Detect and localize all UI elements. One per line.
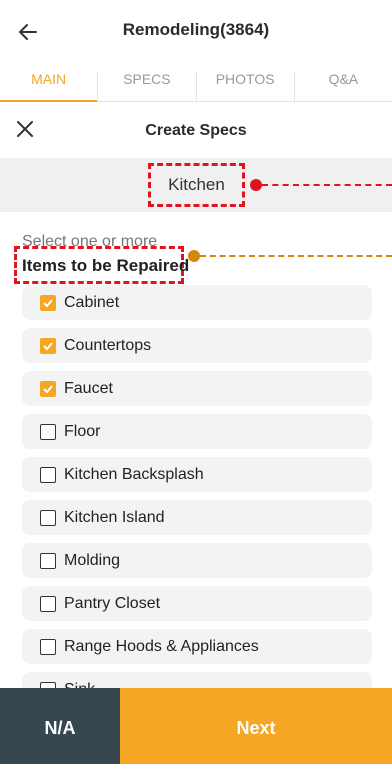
room-bar: Kitchen bbox=[0, 158, 392, 212]
tab-photos[interactable]: PHOTOS bbox=[197, 62, 294, 101]
item-label: Countertops bbox=[64, 336, 152, 354]
tab-qa[interactable]: Q&A bbox=[295, 62, 392, 101]
item-label: Molding bbox=[64, 551, 121, 569]
list-item[interactable]: Pantry Closet bbox=[22, 586, 372, 621]
checkbox-empty-icon[interactable] bbox=[40, 552, 56, 569]
checkbox-checked-icon[interactable] bbox=[40, 294, 56, 311]
tab-main[interactable]: MAIN bbox=[0, 62, 98, 102]
item-label: Kitchen Island bbox=[64, 508, 165, 526]
section-title: Items to be Repaired bbox=[22, 256, 190, 275]
list-item[interactable]: Faucet bbox=[22, 371, 372, 406]
items-list: Cabinet Countertops Faucet Floor Kitchen… bbox=[22, 285, 372, 672]
list-item[interactable]: Countertops bbox=[22, 328, 372, 363]
checkbox-checked-icon[interactable] bbox=[40, 337, 56, 354]
tab-specs[interactable]: SPECS bbox=[98, 62, 195, 101]
checkbox-empty-icon[interactable] bbox=[40, 509, 56, 526]
page-title: Remodeling(3864) bbox=[122, 20, 270, 39]
top-app-bar: Remodeling(3864) bbox=[0, 0, 392, 62]
next-button[interactable]: Next bbox=[120, 688, 392, 764]
room-name: Kitchen bbox=[148, 163, 245, 207]
checkbox-empty-icon[interactable] bbox=[40, 638, 56, 655]
annotation-line-red bbox=[262, 184, 392, 186]
annotation-dot-orange bbox=[188, 250, 200, 262]
list-item[interactable]: Molding bbox=[22, 543, 372, 578]
subheader-title: Create Specs bbox=[145, 122, 247, 139]
list-item[interactable]: Kitchen Island bbox=[22, 500, 372, 535]
checkbox-empty-icon[interactable] bbox=[40, 595, 56, 612]
item-label: Floor bbox=[64, 422, 101, 440]
tab-bar: MAIN SPECS PHOTOS Q&A bbox=[0, 62, 392, 102]
list-item[interactable]: Range Hoods & Appliances bbox=[22, 629, 372, 664]
item-label: Kitchen Backsplash bbox=[64, 465, 204, 483]
subheader: Create Specs bbox=[0, 104, 392, 156]
item-label: Pantry Closet bbox=[64, 594, 161, 612]
checkbox-checked-icon[interactable] bbox=[40, 380, 56, 397]
item-label: Range Hoods & Appliances bbox=[64, 637, 259, 655]
list-item[interactable]: Floor bbox=[22, 414, 372, 449]
item-label: Cabinet bbox=[64, 293, 120, 311]
annotation-dot-red bbox=[250, 179, 262, 191]
list-item[interactable]: Cabinet bbox=[22, 285, 372, 320]
checkbox-empty-icon[interactable] bbox=[40, 423, 56, 440]
list-item[interactable]: Kitchen Backsplash bbox=[22, 457, 372, 492]
annotation-line-orange bbox=[200, 255, 392, 257]
bottom-action-bar: N/A Next bbox=[0, 688, 392, 764]
checkbox-empty-icon[interactable] bbox=[40, 466, 56, 483]
item-label: Faucet bbox=[64, 379, 113, 397]
na-button[interactable]: N/A bbox=[0, 688, 120, 764]
